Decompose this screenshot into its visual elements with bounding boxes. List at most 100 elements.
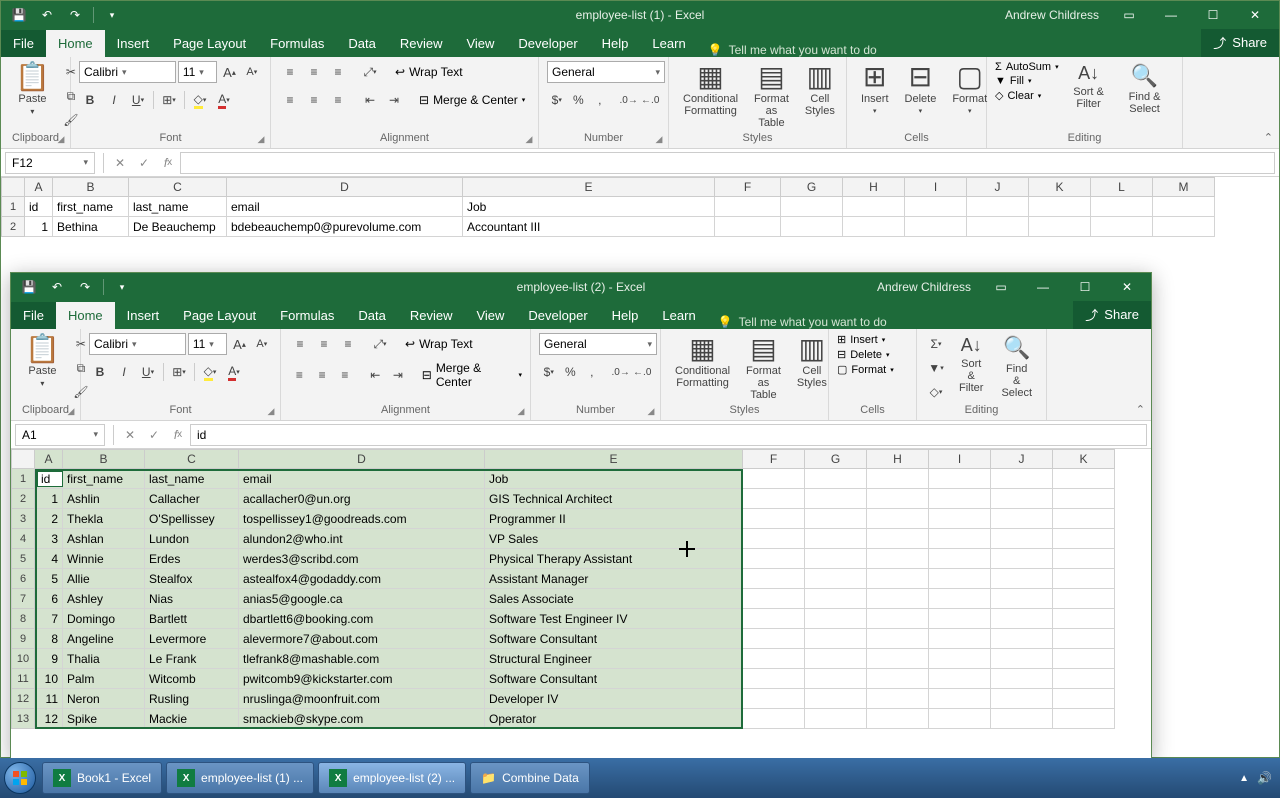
column-header-M[interactable]: M <box>1153 177 1215 197</box>
column-header-C[interactable]: C <box>145 449 239 469</box>
insert-cells-button[interactable]: ⊞Insert▾ <box>855 61 895 117</box>
cell-K4[interactable] <box>1053 529 1115 549</box>
tab-page-layout[interactable]: Page Layout <box>171 302 268 329</box>
cell-D11[interactable]: pwitcomb9@kickstarter.com <box>239 669 485 689</box>
column-header-H[interactable]: H <box>843 177 905 197</box>
cell-B10[interactable]: Thalia <box>63 649 145 669</box>
row-header-6[interactable]: 6 <box>11 569 35 589</box>
font-color-icon[interactable]: A▾ <box>223 361 245 383</box>
cell-E12[interactable]: Developer IV <box>485 689 743 709</box>
decrease-decimal-icon[interactable]: ←.0 <box>640 89 660 111</box>
undo-icon[interactable]: ↶ <box>45 276 69 298</box>
column-header-G[interactable]: G <box>805 449 867 469</box>
cell-J7[interactable] <box>991 589 1053 609</box>
cell-I9[interactable] <box>929 629 991 649</box>
percent-icon[interactable]: % <box>569 89 589 111</box>
cell-J8[interactable] <box>991 609 1053 629</box>
cell-G2[interactable] <box>781 217 843 237</box>
cell-I12[interactable] <box>929 689 991 709</box>
bold-button[interactable]: B <box>89 361 111 383</box>
cell-H11[interactable] <box>867 669 929 689</box>
column-header-A[interactable]: A <box>25 177 53 197</box>
fx-icon[interactable]: fx <box>166 424 190 446</box>
formula-input[interactable]: id <box>190 424 1147 446</box>
column-header-L[interactable]: L <box>1091 177 1153 197</box>
redo-icon[interactable]: ↷ <box>73 276 97 298</box>
align-center-icon[interactable]: ≡ <box>303 89 325 111</box>
cell-A13[interactable]: 12 <box>35 709 63 729</box>
grow-font-icon[interactable]: A▴ <box>219 61 239 83</box>
cell-K5[interactable] <box>1053 549 1115 569</box>
tray-chevron-icon[interactable]: ▲ <box>1239 773 1249 784</box>
cell-D1[interactable]: email <box>227 197 463 217</box>
font-size-combo[interactable]: 11▾ <box>188 333 228 355</box>
cell-E2[interactable]: Accountant III <box>463 217 715 237</box>
cell-K7[interactable] <box>1053 589 1115 609</box>
decrease-decimal-icon[interactable]: ←.0 <box>632 361 652 383</box>
cell-G13[interactable] <box>805 709 867 729</box>
tab-view[interactable]: View <box>464 302 516 329</box>
cell-E4[interactable]: VP Sales <box>485 529 743 549</box>
currency-icon[interactable]: $▾ <box>539 361 559 383</box>
cell-A9[interactable]: 8 <box>35 629 63 649</box>
cell-B13[interactable]: Spike <box>63 709 145 729</box>
cell-J1[interactable] <box>991 469 1053 489</box>
select-all-corner[interactable] <box>11 449 35 469</box>
cell-A10[interactable]: 9 <box>35 649 63 669</box>
cell-D1[interactable]: email <box>239 469 485 489</box>
tab-data[interactable]: Data <box>346 302 397 329</box>
align-bottom-icon[interactable]: ≡ <box>337 333 359 355</box>
number-launcher-icon[interactable]: ◢ <box>644 404 658 418</box>
minimize-icon[interactable]: — <box>1023 273 1063 301</box>
clear-button[interactable]: ◇Clear▾ <box>995 89 1059 102</box>
font-name-combo[interactable]: Calibri▾ <box>89 333 186 355</box>
cell-J1[interactable] <box>967 197 1029 217</box>
cell-J10[interactable] <box>991 649 1053 669</box>
cell-I10[interactable] <box>929 649 991 669</box>
orientation-icon[interactable]: ⤢▾ <box>369 333 391 355</box>
column-header-H[interactable]: H <box>867 449 929 469</box>
maximize-icon[interactable]: ☐ <box>1193 1 1233 29</box>
column-header-I[interactable]: I <box>929 449 991 469</box>
align-top-icon[interactable]: ≡ <box>289 333 311 355</box>
cell-L1[interactable] <box>1091 197 1153 217</box>
maximize-icon[interactable]: ☐ <box>1065 273 1105 301</box>
cell-B1[interactable]: first_name <box>53 197 129 217</box>
cell-J9[interactable] <box>991 629 1053 649</box>
row-header-2[interactable]: 2 <box>11 489 35 509</box>
taskbar-item-3[interactable]: 📁Combine Data <box>470 762 590 794</box>
cell-G1[interactable] <box>805 469 867 489</box>
name-box[interactable]: F12▾ <box>5 152 95 174</box>
column-header-B[interactable]: B <box>53 177 129 197</box>
underline-button[interactable]: U▾ <box>137 361 159 383</box>
cell-K12[interactable] <box>1053 689 1115 709</box>
cell-K3[interactable] <box>1053 509 1115 529</box>
tab-help[interactable]: Help <box>590 30 641 57</box>
cell-K6[interactable] <box>1053 569 1115 589</box>
cell-J2[interactable] <box>967 217 1029 237</box>
cell-D7[interactable]: anias5@google.ca <box>239 589 485 609</box>
cell-G6[interactable] <box>805 569 867 589</box>
cell-H2[interactable] <box>867 489 929 509</box>
cell-H10[interactable] <box>867 649 929 669</box>
cell-H5[interactable] <box>867 549 929 569</box>
account-icon[interactable]: ▭ <box>981 273 1021 301</box>
cell-C2[interactable]: Callacher <box>145 489 239 509</box>
column-header-D[interactable]: D <box>239 449 485 469</box>
row-header-7[interactable]: 7 <box>11 589 35 609</box>
clear-icon[interactable]: ◇▾ <box>925 381 947 403</box>
orientation-icon[interactable]: ⤢▾ <box>359 61 381 83</box>
format-cells-button[interactable]: ▢Format▾ <box>837 363 894 376</box>
cell-I4[interactable] <box>929 529 991 549</box>
cell-J11[interactable] <box>991 669 1053 689</box>
insert-cells-button[interactable]: ⊞Insert▾ <box>837 333 894 346</box>
align-bottom-icon[interactable]: ≡ <box>327 61 349 83</box>
tray-volume-icon[interactable]: 🔊 <box>1257 771 1272 785</box>
cell-K10[interactable] <box>1053 649 1115 669</box>
cell-C11[interactable]: Witcomb <box>145 669 239 689</box>
clipboard-launcher-icon[interactable]: ◢ <box>64 404 78 418</box>
row-header-2[interactable]: 2 <box>1 217 25 237</box>
cell-H13[interactable] <box>867 709 929 729</box>
account-icon[interactable]: ▭ <box>1109 1 1149 29</box>
tab-file[interactable]: File <box>11 302 56 329</box>
